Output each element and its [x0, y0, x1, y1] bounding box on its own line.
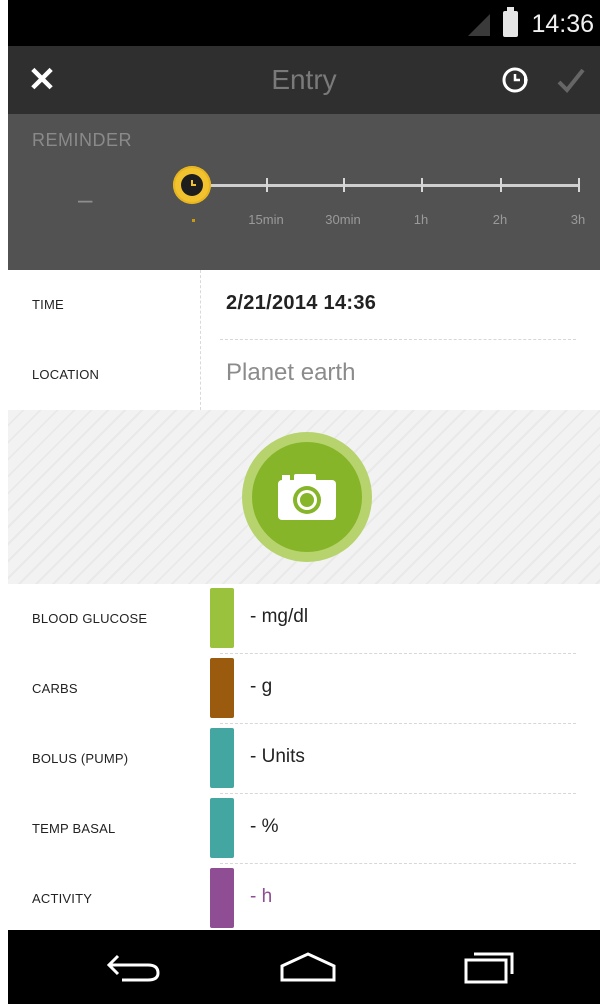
home-icon[interactable] [276, 950, 340, 984]
tick-3h [578, 178, 580, 192]
entry-label: TEMP BASAL [32, 821, 116, 836]
tick-15min [266, 178, 268, 192]
check-icon[interactable] [556, 64, 586, 96]
list-item[interactable]: BLOOD GLUCOSE - mg/dl [8, 584, 600, 654]
reminder-slider-thumb[interactable] [173, 166, 211, 204]
clock-icon[interactable] [502, 66, 530, 94]
entry-value[interactable]: - Units [250, 746, 305, 768]
screen-frame [0, 0, 8, 1004]
photo-area [8, 410, 600, 584]
color-swatch [210, 798, 234, 858]
measurement-list: BLOOD GLUCOSE - mg/dl CARBS - g BOLUS (P… [8, 584, 600, 930]
battery-icon [503, 7, 518, 37]
entry-label: CARBS [32, 681, 78, 696]
list-item[interactable]: ACTIVITY - h [8, 864, 600, 934]
color-swatch [210, 868, 234, 928]
status-clock: 14:36 [531, 10, 594, 38]
entry-value[interactable]: - mg/dl [250, 606, 308, 628]
location-value[interactable]: Planet earth [226, 359, 355, 387]
reminder-label: REMINDER [32, 130, 133, 150]
entry-details: TIME 2/21/2014 14:36 LOCATION Planet ear… [8, 270, 600, 410]
tick-30min [343, 178, 345, 192]
location-label: LOCATION [32, 367, 100, 382]
tick-label: 1h [413, 212, 429, 227]
time-value[interactable]: 2/21/2014 14:36 [226, 292, 376, 315]
color-swatch [210, 728, 234, 788]
back-icon[interactable] [104, 950, 164, 982]
color-swatch [210, 588, 234, 648]
signal-icon [468, 14, 490, 36]
tick-label: 3h [570, 212, 586, 227]
slider-marker [192, 219, 195, 222]
navigation-bar [8, 930, 600, 1004]
camera-button[interactable] [242, 432, 372, 562]
entry-label: BLOOD GLUCOSE [32, 611, 148, 626]
entry-value[interactable]: - % [250, 816, 279, 838]
time-row[interactable]: TIME 2/21/2014 14:36 [8, 270, 600, 340]
tick-label: 30min [325, 212, 361, 227]
reminder-slider-track[interactable] [192, 184, 580, 187]
list-item[interactable]: BOLUS (PUMP) - Units [8, 724, 600, 794]
camera-icon [278, 474, 336, 520]
action-bar: ✕ Entry [8, 46, 600, 114]
tick-label: 2h [492, 212, 508, 227]
list-item[interactable]: TEMP BASAL - % [8, 794, 600, 864]
tick-label: 15min [248, 212, 284, 227]
status-bar: 14:36 [8, 0, 600, 46]
recents-icon[interactable] [456, 948, 518, 984]
entry-label: ACTIVITY [32, 891, 93, 906]
entry-value[interactable]: - h [250, 886, 272, 908]
reminder-off-label: – [78, 184, 93, 214]
entry-label: BOLUS (PUMP) [32, 751, 129, 766]
column-divider [200, 270, 201, 410]
time-label: TIME [32, 297, 64, 312]
color-swatch [210, 658, 234, 718]
tick-2h [500, 178, 502, 192]
entry-value[interactable]: - g [250, 676, 272, 698]
tick-1h [421, 178, 423, 192]
list-item[interactable]: CARBS - g [8, 654, 600, 724]
reminder-panel: REMINDER – 15min 30min 1h 2h 3h [8, 114, 600, 270]
location-row[interactable]: LOCATION Planet earth [8, 340, 600, 410]
